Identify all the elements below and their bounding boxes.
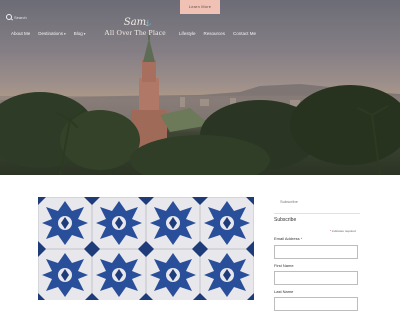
nav-lifestyle[interactable]: Lifestyle: [179, 31, 196, 36]
required-asterisk: *: [330, 229, 332, 233]
nav-contact-me[interactable]: Contact Me: [233, 31, 256, 36]
subscribe-form-title: Subscribe: [274, 217, 297, 223]
azulejo-tiles-image: [38, 197, 254, 300]
featured-post-image[interactable]: [38, 197, 254, 300]
logo-subtitle: All Over The Place: [104, 28, 166, 37]
first-name-label: First Name: [274, 263, 294, 268]
nav-about-me[interactable]: About Me: [11, 31, 30, 36]
last-name-field[interactable]: [274, 297, 358, 311]
primary-nav-right: Lifestyle Resources Contact Me: [179, 31, 256, 36]
last-name-label: Last Name: [274, 289, 294, 294]
anchor-icon: ⚓: [144, 21, 152, 27]
email-label: Email Address *: [274, 236, 302, 241]
learn-more-button[interactable]: Learn More: [180, 0, 220, 14]
search-bar[interactable]: [6, 13, 44, 21]
nav-blog[interactable]: Blog: [74, 31, 86, 36]
nav-destinations[interactable]: Destinations: [38, 31, 66, 36]
sidebar-widget-title: Subscribe: [280, 199, 298, 204]
primary-nav-left: About Me Destinations Blog: [11, 31, 86, 36]
search-input[interactable]: [14, 13, 44, 21]
hero-banner: Learn More About Me Destinations Blog Sa…: [0, 0, 400, 175]
required-note: * indicates required: [330, 229, 356, 233]
required-note-text: indicates required: [332, 229, 356, 233]
logo-script: Sam: [123, 17, 147, 28]
email-label-text: Email Address: [274, 236, 300, 241]
first-name-field[interactable]: [274, 271, 358, 285]
nav-resources[interactable]: Resources: [204, 31, 226, 36]
hero-landscape: [0, 34, 400, 175]
search-icon: [6, 14, 12, 20]
email-field[interactable]: [274, 245, 358, 259]
site-logo[interactable]: Sam ⚓ All Over The Place: [95, 17, 175, 38]
email-required-asterisk: *: [300, 236, 303, 241]
sidebar-divider: [274, 213, 360, 214]
